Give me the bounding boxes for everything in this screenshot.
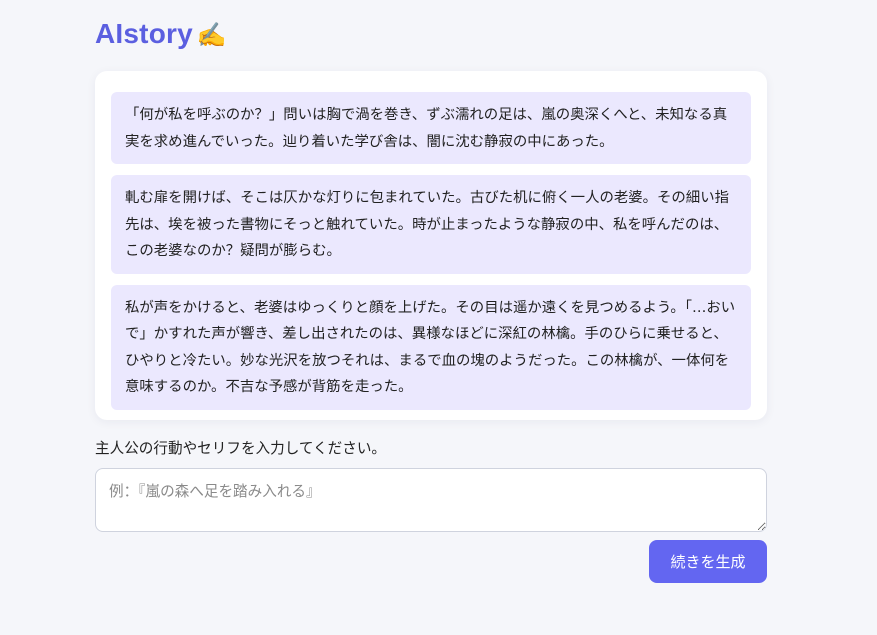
generate-button[interactable]: 続きを生成 xyxy=(649,540,767,583)
app-title-text: AIstory xyxy=(95,18,193,49)
prompt-label: 主人公の行動やセリフを入力してください。 xyxy=(95,440,387,457)
story-paragraph: 軋む扉を開けば、そこは仄かな灯りに包まれていた。古びた机に俯く一人の老婆。その細… xyxy=(111,175,751,274)
story-paragraph: 「何が私を呼ぶのか？」問いは胸で渦を巻き、ずぶ濡れの足は、嵐の奥深くへと、未知な… xyxy=(111,92,751,164)
story-card: 「何が私を呼ぶのか？」問いは胸で渦を巻き、ずぶ濡れの足は、嵐の奥深くへと、未知な… xyxy=(95,71,767,420)
writing-hand-icon: ✍️ xyxy=(196,22,227,49)
story-paragraph: 私が声をかけると、老婆はゆっくりと顔を上げた。その目は遥か遠くを見つめるよう。「… xyxy=(111,284,751,410)
action-input[interactable] xyxy=(95,468,767,532)
app-title: AIstory ✍️ xyxy=(95,18,227,50)
